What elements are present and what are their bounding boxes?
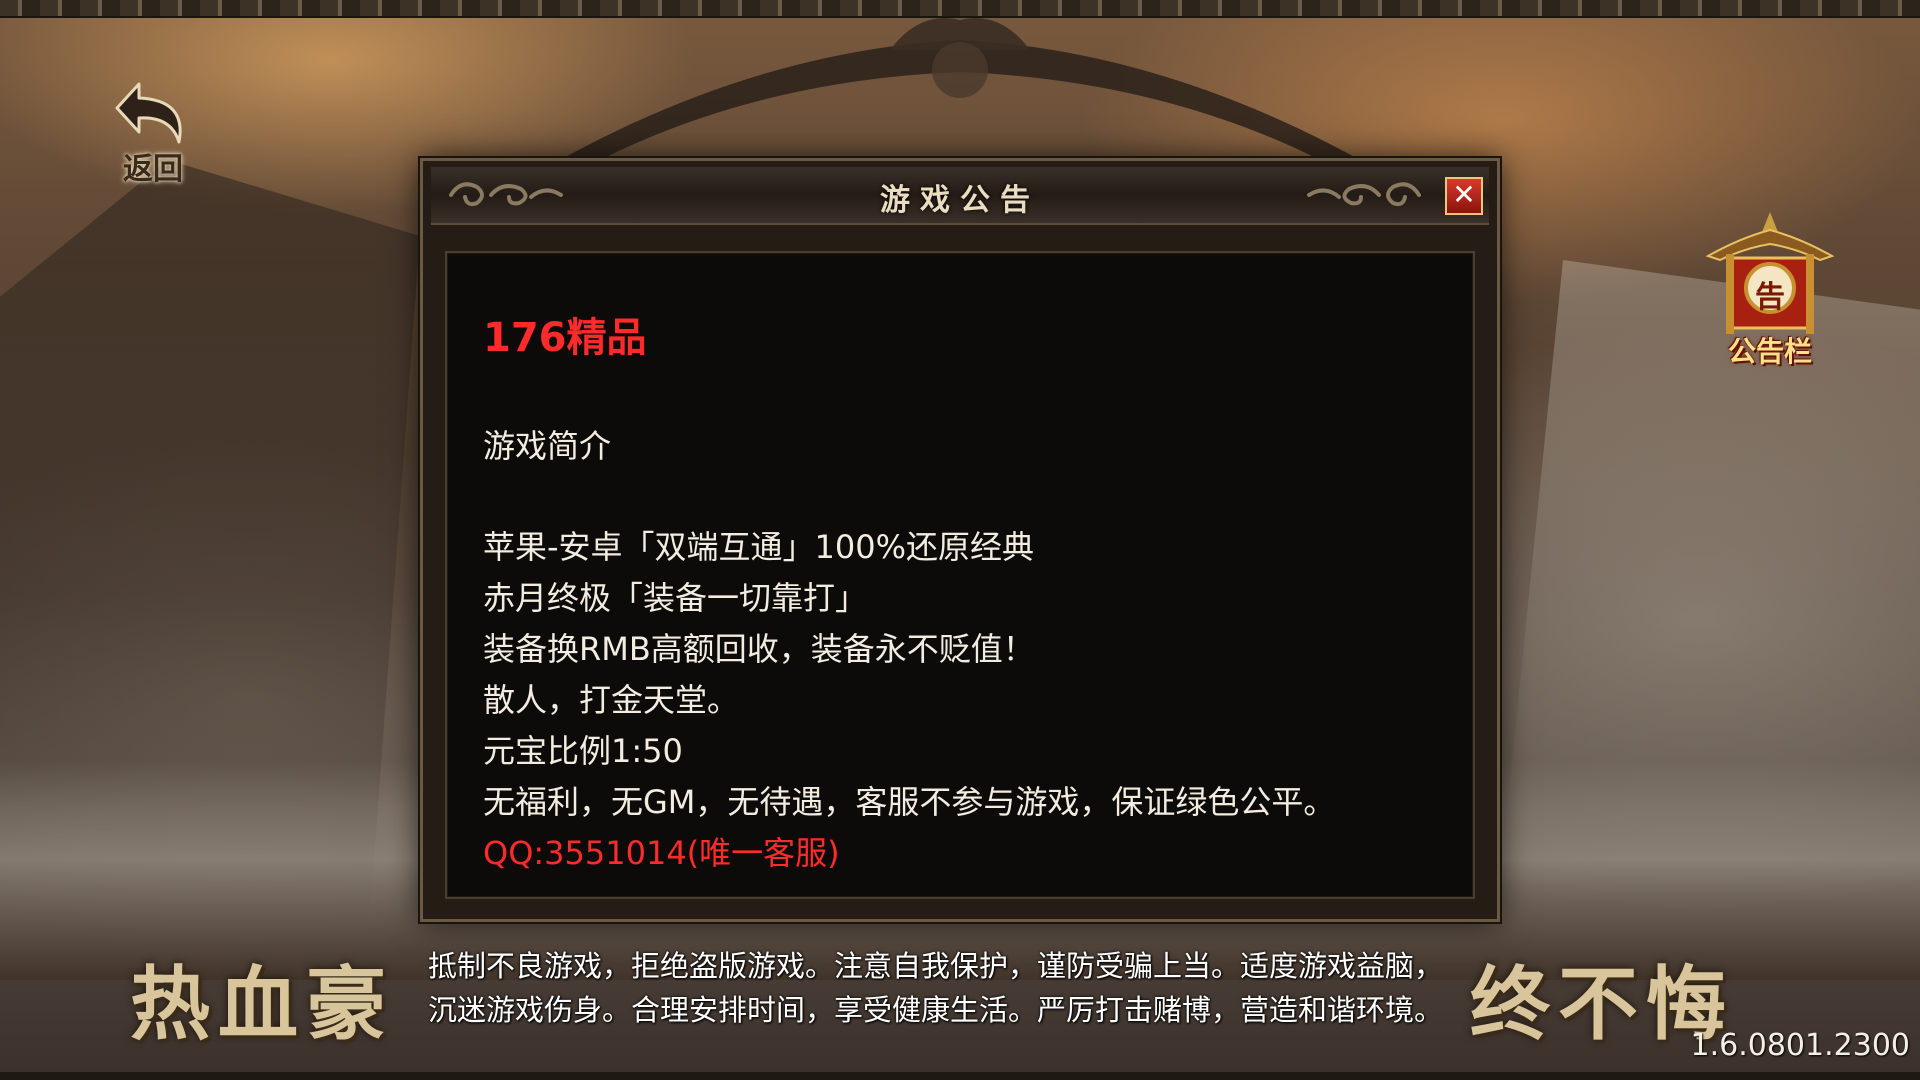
slogan-left: 热血豪: [130, 957, 394, 1051]
section-title: 游戏简介: [483, 427, 612, 465]
announcement-line: 苹果-安卓「双端互通」100%还原经典: [483, 528, 1035, 566]
bottom-border-frame: [0, 1072, 1920, 1080]
curved-back-arrow-icon: [115, 82, 182, 144]
health-notice-line: 沉迷游戏伤身。合理安排时间，享受健康生活。严厉打击赌博，营造和谐环境。: [428, 993, 1444, 1027]
notice-board-button[interactable]: 告 公告栏: [1700, 210, 1840, 370]
announcement-line: 无福利，无GM，无待遇，客服不参与游戏，保证绿色公平。: [483, 783, 1336, 821]
customer-service-contact: QQ:3551014(唯一客服): [483, 834, 840, 872]
announcement-line: 散人，打金天堂。: [483, 681, 740, 719]
close-button[interactable]: ✕: [1445, 177, 1483, 215]
top-border-frame: [0, 0, 1920, 18]
back-button[interactable]: 返回: [108, 78, 198, 188]
version-number: 1.6.0801.2300: [1690, 1028, 1910, 1063]
dialog-title-bar: 游戏公告 ✕: [431, 167, 1489, 225]
health-gaming-notice: 抵制不良游戏，拒绝盗版游戏。注意自我保护，谨防受骗上当。适度游戏益脑， 沉迷游戏…: [428, 944, 1528, 1032]
announcement-dialog: 游戏公告 ✕ 176精品 游戏简介 苹果-安卓「双端互通」100%还原经典 赤月…: [420, 158, 1500, 922]
health-notice-line: 抵制不良游戏，拒绝盗版游戏。注意自我保护，谨防受骗上当。适度游戏益脑，: [428, 949, 1444, 983]
announcement-headline: 176精品: [483, 315, 647, 361]
scroll-ornament-icon: [1307, 182, 1421, 207]
notice-board-label: 公告栏: [1727, 335, 1812, 368]
back-button-label: 返回: [123, 152, 183, 187]
announcement-content[interactable]: 176精品 游戏简介 苹果-安卓「双端互通」100%还原经典 赤月终极「装备一切…: [445, 251, 1475, 899]
announcement-line: 元宝比例1:50: [483, 732, 683, 770]
announcement-line: 装备换RMB高额回收，装备永不贬值！: [483, 630, 1035, 668]
temple-roof-decoration: [560, 18, 1360, 160]
announcement-line: 赤月终极「装备一切靠打」: [483, 579, 868, 617]
notice-board-badge: 告: [1755, 280, 1785, 315]
close-icon: ✕: [1452, 178, 1476, 211]
